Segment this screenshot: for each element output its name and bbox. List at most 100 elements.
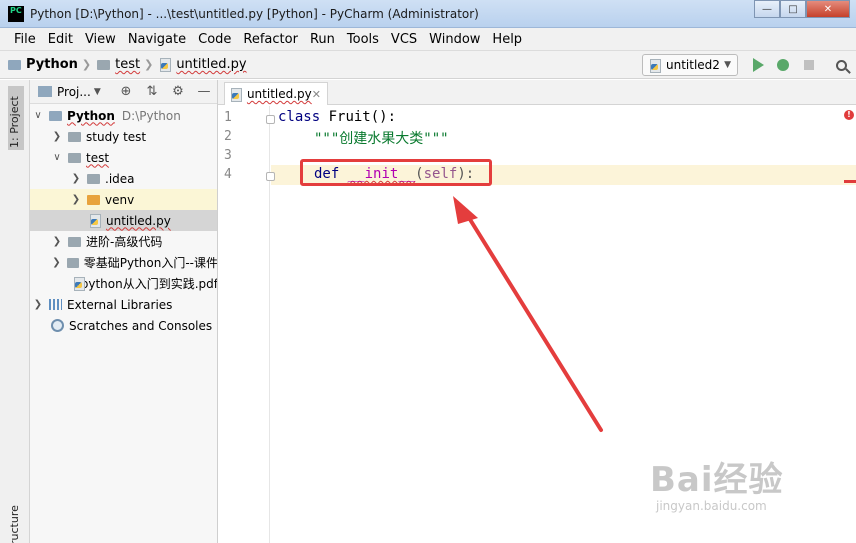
left-tool-strip: 1: Project ructure bbox=[0, 80, 30, 543]
tree-item-label: Python bbox=[67, 108, 115, 123]
run-config-label: untitled2 bbox=[666, 58, 720, 72]
menu-item-view[interactable]: View bbox=[79, 32, 122, 47]
code-line-1[interactable]: class Fruit(): bbox=[278, 109, 396, 125]
search-icon bbox=[835, 59, 847, 71]
tree-item-label: untitled.py bbox=[106, 213, 171, 228]
tab-untitled-py[interactable]: untitled.py ✕ bbox=[224, 82, 328, 105]
minimize-icon[interactable]: — bbox=[754, 0, 780, 18]
pycharm-logo-icon: PC bbox=[8, 6, 24, 22]
chevron-right-icon: ❯ bbox=[71, 173, 81, 184]
tree-item-label: External Libraries bbox=[67, 297, 173, 312]
tree-item-label: study test bbox=[86, 129, 147, 144]
file-icon bbox=[73, 277, 84, 291]
run-button[interactable] bbox=[750, 57, 766, 73]
folder-icon bbox=[49, 110, 62, 121]
breadcrumb-python[interactable]: Python ❯ bbox=[8, 57, 95, 72]
chevron-right-icon: ❯ bbox=[144, 58, 154, 71]
tree-item-label: 进阶-高级代码 bbox=[86, 235, 163, 249]
tree-item-test[interactable]: ∨ test bbox=[30, 147, 217, 168]
error-indicator-icon[interactable]: ! bbox=[844, 110, 854, 120]
debug-button[interactable] bbox=[775, 57, 791, 73]
tree-item-label: 零基础Python入门--课件 bbox=[83, 256, 218, 270]
error-stripe-mark[interactable] bbox=[844, 180, 856, 183]
folder-icon bbox=[68, 152, 81, 163]
menu-item-help[interactable]: Help bbox=[486, 32, 528, 47]
folder-icon bbox=[97, 59, 111, 70]
docstring: """创建水果大类""" bbox=[314, 131, 449, 147]
search-button[interactable] bbox=[833, 57, 849, 73]
menu-item-tools[interactable]: Tools bbox=[341, 32, 385, 47]
line-number: 1 bbox=[224, 110, 232, 125]
menu-item-code[interactable]: Code bbox=[192, 32, 237, 47]
code-text: Fruit(): bbox=[320, 109, 397, 125]
breadcrumb-label: Python bbox=[26, 57, 78, 72]
tree-item-idea[interactable]: ❯ .idea bbox=[30, 168, 217, 189]
breadcrumb-test[interactable]: test ❯ bbox=[97, 57, 157, 72]
play-icon bbox=[752, 58, 764, 72]
folder-icon bbox=[8, 59, 21, 70]
gear-icon[interactable]: ⚙ bbox=[165, 84, 191, 99]
menu-item-navigate[interactable]: Navigate bbox=[122, 32, 192, 47]
menu-item-vcs[interactable]: VCS bbox=[385, 32, 423, 47]
tree-item-external-libraries[interactable]: ❯ External Libraries bbox=[30, 294, 217, 315]
folder-icon bbox=[87, 194, 100, 205]
chevron-down-icon[interactable]: ▼ bbox=[94, 87, 101, 97]
window-title: Python [D:\Python] - ...\test\untitled.p… bbox=[30, 7, 479, 21]
close-icon[interactable]: ✕ bbox=[312, 88, 321, 101]
breadcrumb-label: test bbox=[115, 57, 141, 72]
folder-icon bbox=[87, 173, 100, 184]
tree-item-python[interactable]: ∨ Python D:\Python bbox=[30, 105, 217, 126]
hide-icon[interactable]: — bbox=[191, 84, 217, 99]
scratches-icon bbox=[51, 319, 64, 332]
tree-item-venv[interactable]: ❯ venv bbox=[30, 189, 217, 210]
tree-item-pdf[interactable]: python从入门到实践.pdf bbox=[30, 273, 218, 294]
tree-item-study-test[interactable]: ❯ study test bbox=[30, 126, 217, 147]
chevron-right-icon: ❯ bbox=[71, 194, 81, 205]
panel-title[interactable]: Proj... bbox=[57, 85, 91, 99]
tree-item-advanced[interactable]: ❯ 进阶-高级代码 bbox=[30, 231, 217, 252]
tree-item-label: python从入门到实践.pdf bbox=[80, 277, 218, 291]
watermark-url: jingyan.baidu.com bbox=[656, 499, 767, 513]
tree-item-label: venv bbox=[105, 192, 135, 207]
menu-item-window[interactable]: Window bbox=[423, 32, 486, 47]
close-icon[interactable]: ✕ bbox=[806, 0, 850, 18]
locate-icon[interactable]: ⊕ bbox=[113, 84, 139, 99]
chevron-right-icon: ❯ bbox=[52, 131, 62, 142]
menu-item-run[interactable]: Run bbox=[304, 32, 341, 47]
window-controls: — □ ✕ bbox=[754, 0, 850, 20]
project-panel: Proj... ▼ ⊕ ⇅ ⚙ — ∨ Python D:\Python ❯ s… bbox=[30, 80, 218, 543]
python-file-icon bbox=[649, 58, 661, 73]
annotation-highlight-box bbox=[300, 159, 492, 186]
tab-structure[interactable]: ructure bbox=[8, 505, 24, 543]
menu-item-file[interactable]: File bbox=[8, 32, 42, 47]
chevron-down-icon: ▼ bbox=[724, 60, 731, 70]
chevron-right-icon: ❯ bbox=[33, 299, 43, 310]
folder-icon bbox=[68, 131, 81, 142]
tree-item-untitled-py[interactable]: untitled.py bbox=[30, 210, 217, 231]
bug-icon bbox=[777, 59, 789, 71]
collapse-all-icon[interactable]: ⇅ bbox=[139, 84, 165, 99]
maximize-icon[interactable]: □ bbox=[780, 0, 806, 18]
project-panel-header: Proj... ▼ ⊕ ⇅ ⚙ — bbox=[30, 80, 217, 104]
tree-item-label: .idea bbox=[105, 171, 135, 186]
fold-icon[interactable] bbox=[266, 115, 275, 124]
tree-item-beginner[interactable]: ❯ 零基础Python入门--课件 bbox=[30, 252, 218, 273]
fold-icon[interactable] bbox=[266, 172, 275, 181]
watermark-text: Bai经验 bbox=[650, 460, 784, 500]
run-configuration-select[interactable]: untitled2 ▼ bbox=[642, 54, 738, 76]
breadcrumb-file[interactable]: untitled.py bbox=[159, 57, 247, 72]
stop-button[interactable] bbox=[801, 57, 817, 73]
tree-item-scratches[interactable]: Scratches and Consoles bbox=[30, 315, 217, 336]
tree-item-path: D:\Python bbox=[121, 108, 181, 123]
stop-icon bbox=[804, 60, 814, 70]
line-number: 3 bbox=[224, 148, 232, 163]
menu-item-edit[interactable]: Edit bbox=[42, 32, 79, 47]
tab-project[interactable]: 1: Project bbox=[8, 86, 24, 150]
tree-item-label: Scratches and Consoles bbox=[69, 318, 213, 333]
project-icon bbox=[38, 86, 52, 97]
editor-tab-bar: untitled.py ✕ bbox=[218, 80, 856, 105]
python-file-icon bbox=[230, 87, 242, 102]
menu-item-refactor[interactable]: Refactor bbox=[237, 32, 304, 47]
code-line-2[interactable]: """创建水果大类""" bbox=[314, 128, 449, 148]
menu-bar: File Edit View Navigate Code Refactor Run Tools… bbox=[0, 28, 856, 51]
